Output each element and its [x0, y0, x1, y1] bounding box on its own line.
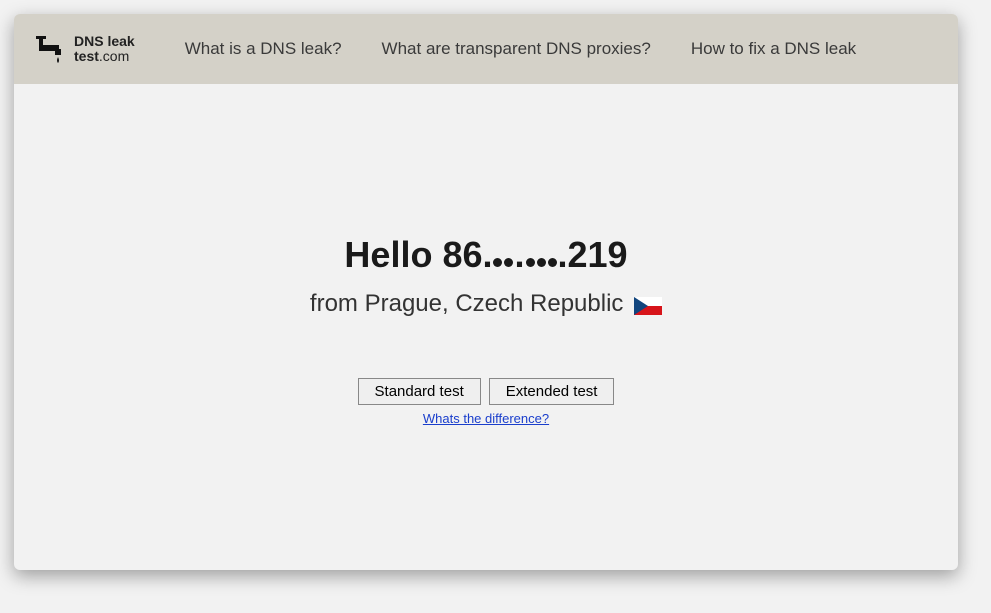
faucet-icon — [34, 33, 66, 65]
nav-link-transparent-proxies[interactable]: What are transparent DNS proxies? — [382, 39, 651, 59]
from-prefix: from — [310, 290, 365, 317]
ip-greeting: Hello 86.. .219 — [14, 234, 958, 278]
ip-sep: . — [514, 234, 524, 275]
test-button-row: Standard test Extended test — [358, 378, 615, 405]
czech-republic-flag-icon — [634, 294, 662, 312]
page-window: DNS leak test.com What is a DNS leak? Wh… — [14, 14, 958, 570]
nav-link-what-is-dns-leak[interactable]: What is a DNS leak? — [185, 39, 342, 59]
nav-link-how-to-fix[interactable]: How to fix a DNS leak — [691, 39, 856, 59]
logo-line2-bold: test — [74, 48, 99, 64]
logo-line2-thin: .com — [99, 48, 129, 64]
logo-line1: DNS leak — [74, 33, 135, 49]
extended-test-button[interactable]: Extended test — [489, 378, 615, 405]
location-text: Prague, Czech Republic — [365, 290, 624, 317]
hello-prefix: Hello — [344, 234, 442, 275]
ip-first-octet: 86. — [442, 234, 492, 275]
standard-test-button[interactable]: Standard test — [358, 378, 481, 405]
site-logo[interactable]: DNS leak test.com — [34, 33, 135, 65]
ip-masked-octet-2 — [525, 234, 558, 276]
ip-masked-octet-1 — [492, 234, 514, 276]
main-content: Hello 86.. .219 from Prague, Czech Republ… — [14, 84, 958, 426]
logo-text: DNS leak test.com — [74, 34, 135, 65]
test-actions: Standard test Extended test Whats the di… — [14, 378, 958, 426]
whats-the-difference-link[interactable]: Whats the difference? — [423, 411, 549, 426]
header-bar: DNS leak test.com What is a DNS leak? Wh… — [14, 14, 958, 84]
ip-last-octet: .219 — [558, 234, 628, 275]
location-line: from Prague, Czech Republic — [14, 290, 958, 318]
